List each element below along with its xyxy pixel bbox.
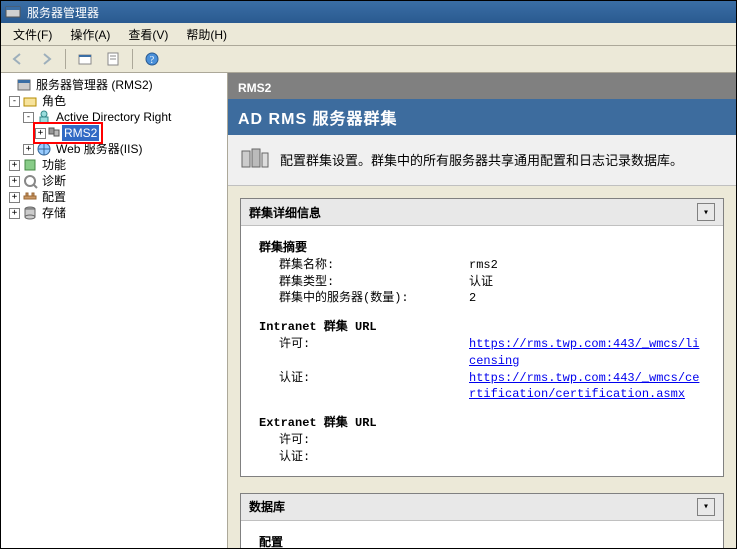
menu-view[interactable]: 查看(V) bbox=[120, 24, 176, 45]
group-cluster-summary: 群集摘要 bbox=[259, 240, 705, 257]
tree-rms2-label: RMS2 bbox=[62, 125, 99, 141]
tree-features[interactable]: + 功能 bbox=[3, 157, 225, 173]
window-title: 服务器管理器 bbox=[27, 4, 99, 21]
tree-root-label: 服务器管理器 (RMS2) bbox=[34, 77, 155, 93]
group-intranet-url: Intranet 群集 URL bbox=[259, 319, 705, 336]
panel-title-cluster: 群集详细信息 bbox=[249, 204, 321, 221]
cluster-name-val: rms2 bbox=[469, 257, 705, 274]
cluster-type-key: 群集类型: bbox=[259, 274, 469, 291]
up-button[interactable] bbox=[72, 47, 98, 71]
group-extranet-url: Extranet 群集 URL bbox=[259, 415, 705, 432]
features-icon bbox=[22, 157, 38, 173]
tree-roles[interactable]: - 角色 bbox=[3, 93, 225, 109]
cluster-icon bbox=[238, 143, 270, 175]
forward-button[interactable] bbox=[33, 47, 59, 71]
intranet-licensing-link[interactable]: https://rms.twp.com:443/_wmcs/licensing bbox=[469, 337, 699, 368]
back-button[interactable] bbox=[5, 47, 31, 71]
intranet-cert-key: 认证: bbox=[259, 370, 469, 404]
group-db-config: 配置 bbox=[259, 535, 705, 548]
kv-extranet-cert: 认证: bbox=[259, 449, 705, 466]
server-count-key: 群集中的服务器(数量): bbox=[259, 290, 469, 307]
tree-roles-label: 角色 bbox=[40, 93, 68, 109]
content-scroll[interactable]: 群集详细信息 ▾ 群集摘要 群集名称: rms2 群集类型: 认证 bbox=[228, 186, 736, 548]
menu-file[interactable]: 文件(F) bbox=[5, 24, 60, 45]
panel-cluster-details: 群集详细信息 ▾ 群集摘要 群集名称: rms2 群集类型: 认证 bbox=[240, 198, 724, 477]
menu-help[interactable]: 帮助(H) bbox=[178, 24, 235, 45]
tree-config[interactable]: + 配置 bbox=[3, 189, 225, 205]
tree-config-label: 配置 bbox=[40, 189, 68, 205]
tree-storage[interactable]: + 存储 bbox=[3, 205, 225, 221]
intranet-cert-link[interactable]: https://rms.twp.com:443/_wmcs/certificat… bbox=[469, 371, 699, 402]
kv-cluster-type: 群集类型: 认证 bbox=[259, 274, 705, 291]
storage-icon bbox=[22, 205, 38, 221]
extranet-licensing-val bbox=[469, 432, 705, 449]
subheader-text: 配置群集设置。群集中的所有服务器共享通用配置和日志记录数据库。 bbox=[280, 150, 683, 169]
page-title: AD RMS 服务器群集 bbox=[228, 99, 736, 135]
kv-cluster-name: 群集名称: rms2 bbox=[259, 257, 705, 274]
server-count-val: 2 bbox=[469, 290, 705, 307]
kv-extranet-licensing: 许可: bbox=[259, 432, 705, 449]
titlebar: 服务器管理器 bbox=[1, 1, 736, 23]
menu-action[interactable]: 操作(A) bbox=[62, 24, 118, 45]
toolbar: ? bbox=[1, 46, 736, 73]
content-pane: RMS2 AD RMS 服务器群集 配置群集设置。群集中的所有服务器共享通用配置… bbox=[228, 73, 736, 548]
extranet-cert-val bbox=[469, 449, 705, 466]
tree-rms2[interactable]: + RMS2 bbox=[3, 125, 225, 141]
cluster-type-val: 认证 bbox=[469, 274, 705, 291]
app-icon bbox=[5, 4, 21, 20]
tree-features-label: 功能 bbox=[40, 157, 68, 173]
panel-header-cluster[interactable]: 群集详细信息 ▾ bbox=[241, 199, 723, 226]
rms2-icon bbox=[46, 125, 62, 141]
properties-button[interactable] bbox=[100, 47, 126, 71]
panel-header-database[interactable]: 数据库 ▾ bbox=[241, 494, 723, 521]
breadcrumb-text: RMS2 bbox=[238, 81, 271, 95]
server-manager-icon bbox=[16, 77, 32, 93]
help-button[interactable]: ? bbox=[139, 47, 165, 71]
subheader: 配置群集设置。群集中的所有服务器共享通用配置和日志记录数据库。 bbox=[228, 135, 736, 186]
toolbar-separator bbox=[65, 49, 66, 69]
config-icon bbox=[22, 189, 38, 205]
menubar: 文件(F) 操作(A) 查看(V) 帮助(H) bbox=[1, 23, 736, 46]
tree-diagnostics[interactable]: + 诊断 bbox=[3, 173, 225, 189]
kv-intranet-licensing: 许可: https://rms.twp.com:443/_wmcs/licens… bbox=[259, 336, 705, 370]
extranet-cert-key: 认证: bbox=[259, 449, 469, 466]
svg-text:?: ? bbox=[150, 55, 155, 66]
kv-server-count: 群集中的服务器(数量): 2 bbox=[259, 290, 705, 307]
roles-icon bbox=[22, 93, 38, 109]
toolbar-separator-2 bbox=[132, 49, 133, 69]
intranet-licensing-key: 许可: bbox=[259, 336, 469, 370]
panel-database: 数据库 ▾ 配置 服务器名称: ADSV2 数据库名称: DRMS_Config… bbox=[240, 493, 724, 548]
extranet-licensing-key: 许可: bbox=[259, 432, 469, 449]
panel-title-database: 数据库 bbox=[249, 498, 285, 515]
tree-storage-label: 存储 bbox=[40, 205, 68, 221]
collapse-icon-2[interactable]: ▾ bbox=[697, 498, 715, 516]
page-title-text: AD RMS 服务器群集 bbox=[238, 111, 398, 128]
rms2-highlight: + RMS2 bbox=[33, 122, 103, 144]
breadcrumb: RMS2 bbox=[228, 77, 736, 99]
tree-diagnostics-label: 诊断 bbox=[40, 173, 68, 189]
tree-root[interactable]: 服务器管理器 (RMS2) bbox=[3, 77, 225, 93]
cluster-name-key: 群集名称: bbox=[259, 257, 469, 274]
collapse-icon[interactable]: ▾ bbox=[697, 203, 715, 221]
tree-pane[interactable]: 服务器管理器 (RMS2) - 角色 bbox=[1, 73, 228, 548]
diagnostics-icon bbox=[22, 173, 38, 189]
kv-intranet-cert: 认证: https://rms.twp.com:443/_wmcs/certif… bbox=[259, 370, 705, 404]
